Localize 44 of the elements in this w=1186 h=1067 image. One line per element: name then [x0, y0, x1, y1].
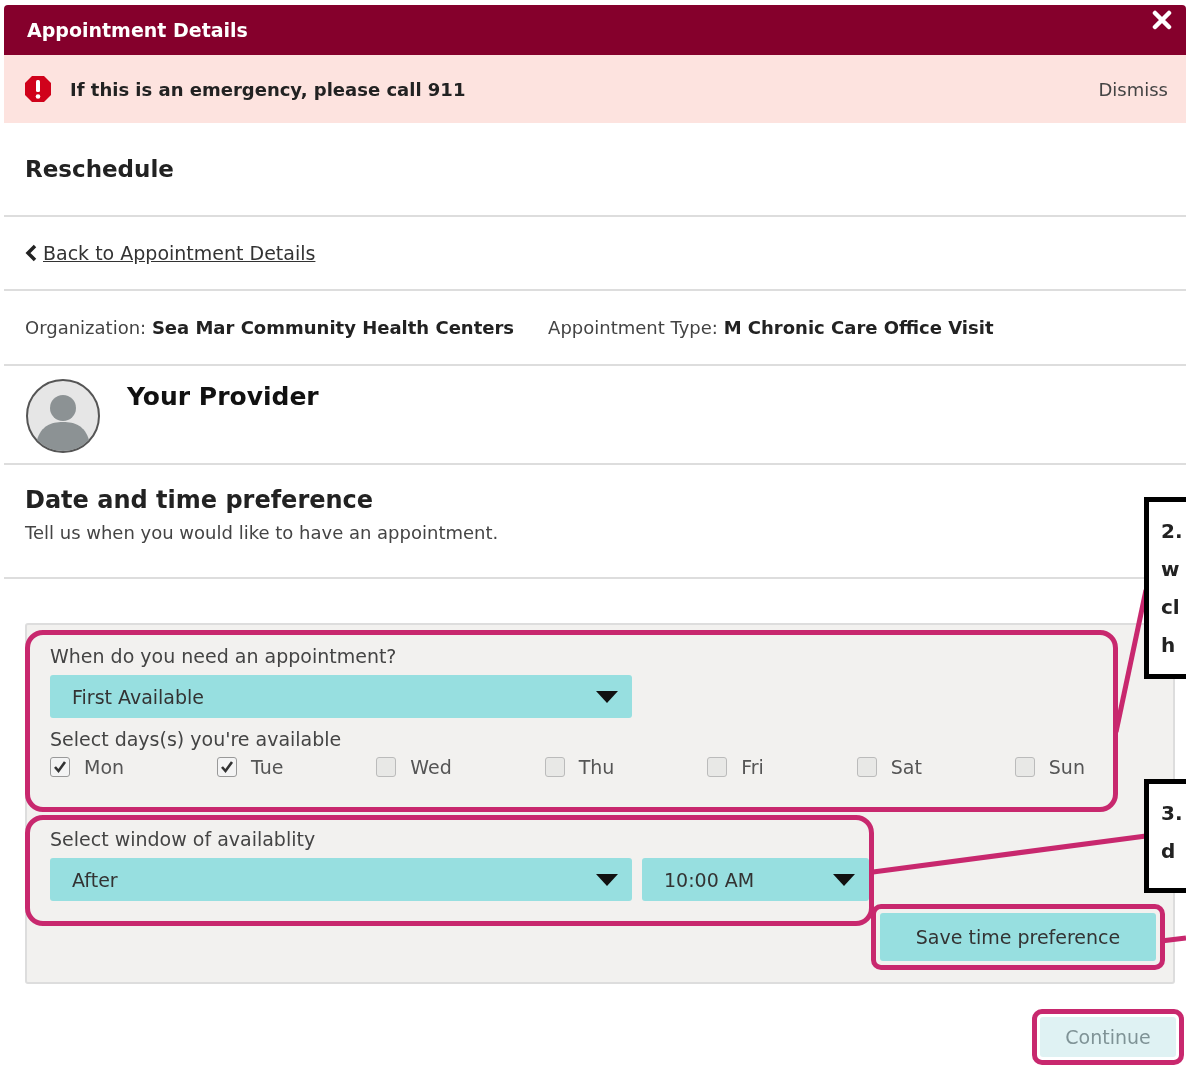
checkbox[interactable] — [856, 757, 877, 777]
back-link[interactable]: Back to Appointment Details — [43, 242, 316, 264]
callout-text: d — [1161, 838, 1177, 865]
caret-icon — [596, 690, 618, 703]
field-label: Select window of availablity — [50, 828, 317, 850]
checkbox[interactable] — [376, 757, 397, 777]
dropdown[interactable]: After — [50, 858, 632, 901]
checkbox[interactable] — [216, 757, 237, 777]
exclamation-icon — [24, 75, 52, 103]
field-label: Select days(s) you're available — [50, 728, 343, 750]
callout-text: w — [1161, 556, 1181, 583]
provider-heading: Your Provider — [127, 382, 319, 411]
callout-text: 2. — [1161, 518, 1184, 545]
window-title: Appointment Details — [27, 19, 248, 41]
caret-icon — [596, 873, 618, 886]
dismiss-link[interactable]: Dismiss — [1098, 78, 1168, 100]
callout-text: 3. — [1161, 800, 1184, 827]
detail-text: Appointment Type: M Chronic Care Office Visit — [548, 317, 994, 338]
alert-message: If this is an emergency, please call 911 — [70, 78, 467, 100]
day-label: Tue — [250, 756, 284, 778]
day-label: Mon — [84, 756, 125, 778]
field-label: When do you need an appointment? — [50, 645, 398, 667]
day-label: Thu — [578, 756, 615, 778]
day-label: Wed — [410, 756, 452, 778]
checkbox[interactable] — [544, 757, 565, 777]
dropdown[interactable]: 10:00 AM — [642, 858, 869, 901]
avatar-icon — [25, 378, 101, 454]
caret-icon — [833, 873, 855, 886]
day-label: Sun — [1048, 756, 1085, 778]
save-button[interactable]: Save time preference — [880, 913, 1156, 961]
day-label: Fri — [741, 756, 764, 778]
checkbox[interactable] — [707, 757, 728, 777]
callout-text: h — [1161, 632, 1177, 659]
checkbox[interactable] — [50, 757, 70, 777]
callout-text: cl — [1161, 594, 1181, 621]
preference-heading: Date and time preference — [25, 485, 374, 514]
dropdown[interactable]: First Available — [50, 675, 632, 718]
close-icon[interactable] — [1152, 10, 1172, 30]
preference-description: Tell us when you would like to have an appointment. — [25, 521, 499, 543]
chevron-left-icon — [25, 244, 37, 262]
detail-text: Organization: Sea Mar Community Health Centers — [25, 317, 515, 338]
checkbox[interactable] — [1014, 757, 1035, 777]
day-label: Sat — [890, 756, 922, 778]
section-title: Reschedule — [25, 155, 174, 184]
